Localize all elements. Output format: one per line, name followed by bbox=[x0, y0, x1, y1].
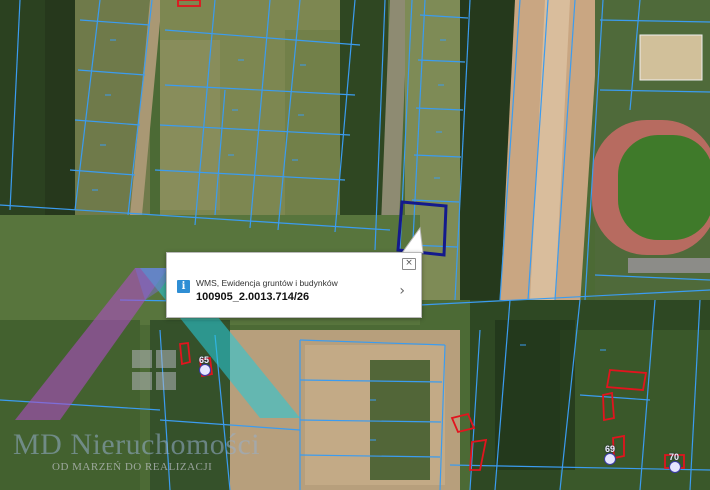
parcel-id: 100905_2.0013.714/26 bbox=[196, 291, 310, 303]
parcel-result-row[interactable]: i WMS, Ewidencja gruntów i budynków 1009… bbox=[171, 277, 417, 307]
close-icon[interactable]: × bbox=[402, 258, 416, 270]
info-icon: i bbox=[177, 280, 190, 293]
map-viewer[interactable]: MD Nieruchomości OD MARZEŃ DO REALIZACJI… bbox=[0, 0, 710, 490]
parcel-info-popup: × i WMS, Ewidencja gruntów i budynków 10… bbox=[166, 252, 422, 318]
chevron-right-icon: › bbox=[399, 283, 405, 299]
popup-pointer bbox=[401, 226, 424, 254]
layer-source-label: WMS, Ewidencja gruntów i budynków bbox=[196, 278, 338, 288]
